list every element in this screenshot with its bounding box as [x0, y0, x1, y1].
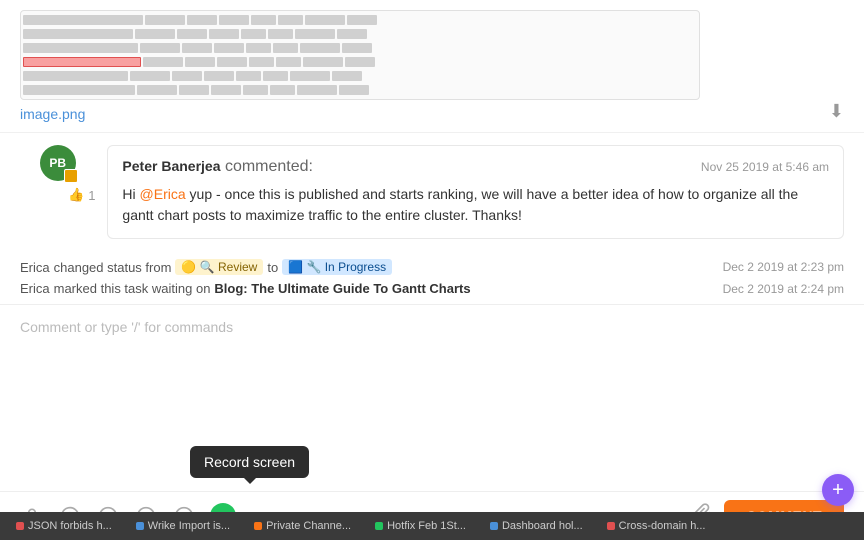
taskbar-item-1[interactable]: JSON forbids h... — [8, 518, 120, 534]
comment-text: Hi @Erica yup - once this is published a… — [122, 184, 829, 226]
taskbar-item-6[interactable]: Cross-domain h... — [599, 518, 714, 534]
taskbar-dot-4 — [375, 522, 383, 530]
like-count: 1 — [88, 188, 95, 203]
taskbar-label-1: JSON forbids h... — [28, 520, 112, 532]
taskbar-item-2[interactable]: Wrike Import is... — [128, 518, 238, 534]
activity-actor-1: Erica — [20, 260, 50, 275]
download-icon[interactable]: ⬇ — [829, 101, 844, 122]
taskbar-label-4: Hotfix Feb 1St... — [387, 520, 466, 532]
image-preview — [20, 10, 700, 100]
taskbar-dot-5 — [490, 522, 498, 530]
activity-row-1: Erica changed status from 🟡 🔍 Review to … — [20, 259, 844, 275]
taskbar-label-3: Private Channe... — [266, 520, 351, 532]
like-button[interactable]: 👍 1 — [68, 187, 95, 203]
taskbar-label-5: Dashboard hol... — [502, 520, 583, 532]
avatar-badge — [64, 169, 78, 183]
task-link[interactable]: Blog: The Ultimate Guide To Gantt Charts — [214, 281, 470, 296]
activity-section: Erica changed status from 🟡 🔍 Review to … — [0, 251, 864, 304]
taskbar-dot-6 — [607, 522, 615, 530]
activity-actor-2: Erica — [20, 281, 50, 296]
comment-input-area[interactable]: Comment or type '/' for commands — [0, 304, 864, 491]
taskbar-item-5[interactable]: Dashboard hol... — [482, 518, 591, 534]
activity-timestamp-2: Dec 2 2019 at 2:24 pm — [723, 282, 844, 296]
taskbar-item-4[interactable]: Hotfix Feb 1St... — [367, 518, 474, 534]
mention-erica: @Erica — [140, 186, 186, 202]
status-review-badge: 🟡 🔍 Review — [175, 259, 263, 275]
image-link[interactable]: image.png — [20, 106, 829, 122]
activity-action-1: changed status from — [54, 260, 172, 275]
comment-header: Peter Banerjea commented: Nov 25 2019 at… — [122, 158, 829, 176]
activity-row-2: Erica marked this task waiting on Blog: … — [20, 281, 844, 296]
comment-section: PB 👍 1 Peter Banerjea commented: Nov 25 … — [0, 133, 864, 251]
comment-timestamp: Nov 25 2019 at 5:46 am — [701, 160, 829, 174]
taskbar-dot-3 — [254, 522, 262, 530]
comment-placeholder[interactable]: Comment or type '/' for commands — [20, 315, 844, 339]
taskbar-label-2: Wrike Import is... — [148, 520, 230, 532]
thumbs-up-icon: 👍 — [68, 187, 84, 203]
bottom-taskbar: JSON forbids h... Wrike Import is... Pri… — [0, 512, 864, 540]
comment-author: Peter Banerjea — [122, 158, 220, 174]
taskbar-label-6: Cross-domain h... — [619, 520, 706, 532]
activity-action-2: marked this task waiting on — [54, 281, 211, 296]
avatar: PB — [40, 145, 76, 181]
main-container: image.png ⬇ PB 👍 1 Peter Banerjea commen… — [0, 0, 864, 540]
image-section: image.png ⬇ — [0, 0, 864, 133]
comment-bubble: Peter Banerjea commented: Nov 25 2019 at… — [107, 145, 844, 239]
fab-button[interactable]: + — [822, 474, 854, 506]
record-screen-tooltip: Record screen — [190, 446, 309, 478]
activity-timestamp-1: Dec 2 2019 at 2:23 pm — [723, 260, 844, 274]
status-inprogress-badge: 🟦 🔧 In Progress — [282, 259, 392, 275]
taskbar-dot-2 — [136, 522, 144, 530]
comment-action: commented: — [225, 158, 313, 175]
taskbar-item-3[interactable]: Private Channe... — [246, 518, 359, 534]
taskbar-dot-1 — [16, 522, 24, 530]
